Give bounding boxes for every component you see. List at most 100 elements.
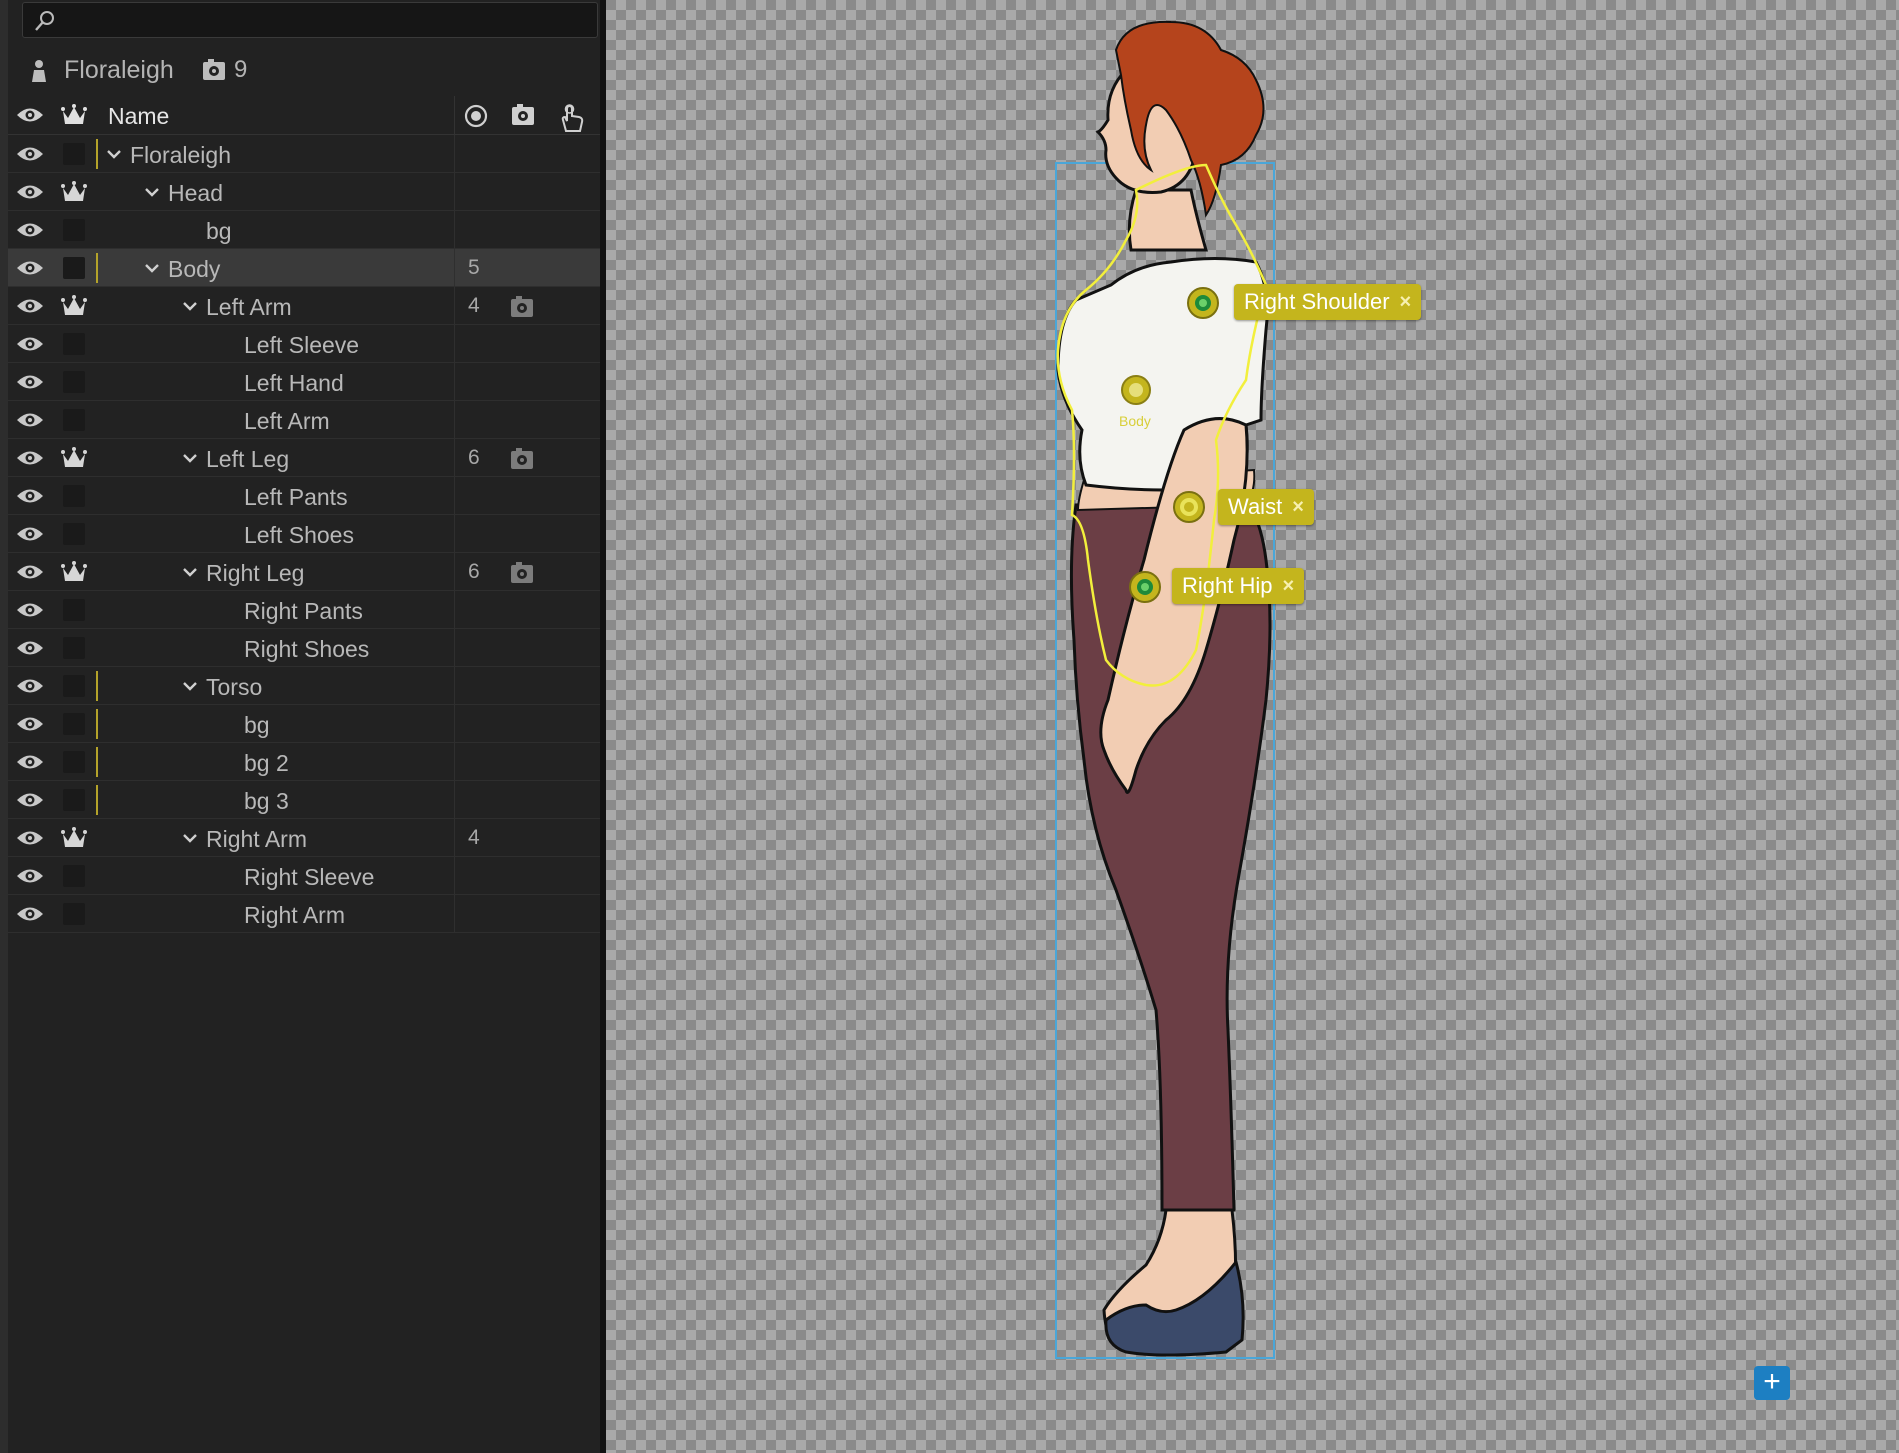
chevron-down-icon[interactable] [144, 261, 160, 279]
layer-name-cell[interactable]: Left Arm [100, 401, 455, 438]
independence-toggle[interactable] [56, 325, 92, 362]
eye-icon[interactable] [12, 591, 48, 628]
camera-gear-icon[interactable] [510, 447, 536, 476]
eye-icon[interactable] [12, 135, 48, 172]
independence-toggle[interactable] [56, 515, 92, 552]
origin-target-icon[interactable] [463, 103, 489, 134]
name-column-header[interactable]: Name [100, 96, 455, 134]
eye-icon[interactable] [12, 287, 48, 324]
independence-toggle[interactable] [56, 667, 92, 704]
eye-icon[interactable] [12, 857, 48, 894]
eye-icon[interactable] [12, 553, 48, 590]
layer-row[interactable]: Right Arm [8, 895, 600, 933]
independence-toggle[interactable] [56, 363, 92, 400]
independence-toggle[interactable] [56, 895, 92, 932]
close-icon[interactable]: × [1282, 575, 1294, 598]
layer-row[interactable]: Left Sleeve [8, 325, 600, 363]
eye-icon[interactable] [12, 667, 48, 704]
layer-row[interactable]: Right Leg 6 [8, 553, 600, 591]
eye-icon[interactable] [12, 515, 48, 552]
crown-icon[interactable] [56, 553, 92, 590]
eye-icon[interactable] [12, 743, 48, 780]
eye-icon[interactable] [12, 895, 48, 932]
layer-row[interactable]: Left Arm 4 [8, 287, 600, 325]
layer-row[interactable]: bg 2 [8, 743, 600, 781]
layer-row[interactable]: Floraleigh [8, 135, 600, 173]
independence-toggle[interactable] [56, 135, 92, 172]
close-icon[interactable]: × [1292, 496, 1304, 519]
search-input[interactable] [63, 7, 587, 35]
crown-icon[interactable] [56, 96, 92, 134]
close-icon[interactable]: × [1400, 291, 1412, 314]
handle-label-right-shoulder[interactable]: Right Shoulder × [1234, 284, 1422, 320]
independence-toggle[interactable] [56, 401, 92, 438]
puppet-name[interactable]: Floraleigh [64, 56, 174, 85]
eye-icon[interactable] [12, 96, 48, 134]
crown-icon[interactable] [56, 173, 92, 210]
puppet-canvas[interactable]: Body Right Shoulder × Waist × Right Hip … [606, 0, 1899, 1453]
crown-icon[interactable] [56, 439, 92, 476]
eye-icon[interactable] [12, 629, 48, 666]
eye-icon[interactable] [12, 249, 48, 286]
camera-gear-icon[interactable] [511, 103, 537, 132]
layer-name-cell[interactable]: bg [100, 705, 455, 742]
handle-dot-waist[interactable] [1172, 490, 1206, 529]
layer-name-cell[interactable]: Left Arm [100, 287, 455, 324]
layer-row[interactable]: Left Leg 6 [8, 439, 600, 477]
layer-row[interactable]: Left Arm [8, 401, 600, 439]
independence-toggle[interactable] [56, 705, 92, 742]
independence-toggle[interactable] [56, 591, 92, 628]
eye-icon[interactable] [12, 211, 48, 248]
layer-name-cell[interactable]: Right Shoes [100, 629, 455, 666]
handle-dot-right-hip[interactable] [1128, 570, 1162, 609]
layer-name-cell[interactable]: bg 3 [100, 781, 455, 818]
layer-row[interactable]: Head [8, 173, 600, 211]
search-field[interactable] [22, 2, 598, 38]
independence-toggle[interactable] [56, 781, 92, 818]
chevron-down-icon[interactable] [182, 451, 198, 469]
layer-row[interactable]: Left Pants [8, 477, 600, 515]
layer-name-cell[interactable]: Left Sleeve [100, 325, 455, 362]
independence-toggle[interactable] [56, 857, 92, 894]
eye-icon[interactable] [12, 781, 48, 818]
chevron-down-icon[interactable] [144, 185, 160, 203]
handle-label-right-hip[interactable]: Right Hip × [1172, 568, 1305, 604]
eye-icon[interactable] [12, 173, 48, 210]
camera-gear-icon[interactable] [510, 295, 536, 324]
layer-name-cell[interactable]: Left Hand [100, 363, 455, 400]
independence-toggle[interactable] [56, 743, 92, 780]
eye-icon[interactable] [12, 477, 48, 514]
layer-row[interactable]: Left Hand [8, 363, 600, 401]
layer-name-cell[interactable]: Right Leg [100, 553, 455, 590]
layer-row[interactable]: Torso [8, 667, 600, 705]
eye-icon[interactable] [12, 439, 48, 476]
layer-row[interactable]: Left Shoes [8, 515, 600, 553]
layer-row[interactable]: Right Sleeve [8, 857, 600, 895]
independence-toggle[interactable] [56, 629, 92, 666]
independence-toggle[interactable] [56, 249, 92, 286]
layer-name-cell[interactable]: Floraleigh [100, 135, 455, 172]
layer-row[interactable]: Right Arm 4 [8, 819, 600, 857]
crown-icon[interactable] [56, 287, 92, 324]
chevron-down-icon[interactable] [182, 831, 198, 849]
eye-icon[interactable] [12, 325, 48, 362]
independence-toggle[interactable] [56, 211, 92, 248]
layer-row[interactable]: bg [8, 705, 600, 743]
chevron-down-icon[interactable] [182, 565, 198, 583]
eye-icon[interactable] [12, 401, 48, 438]
eye-icon[interactable] [12, 819, 48, 856]
layer-name-cell[interactable]: Right Arm [100, 895, 455, 932]
layer-row[interactable]: bg [8, 211, 600, 249]
chevron-down-icon[interactable] [182, 679, 198, 697]
layer-row[interactable]: Right Shoes [8, 629, 600, 667]
layer-name-cell[interactable]: bg 2 [100, 743, 455, 780]
hand-grab-icon[interactable] [558, 103, 586, 138]
add-handle-button[interactable]: + [1754, 1366, 1790, 1400]
eye-icon[interactable] [12, 705, 48, 742]
independence-toggle[interactable] [56, 477, 92, 514]
layer-name-cell[interactable]: Right Arm [100, 819, 455, 856]
layer-name-cell[interactable]: Right Sleeve [100, 857, 455, 894]
layer-row[interactable]: Right Pants [8, 591, 600, 629]
layer-row[interactable]: Body 5 [8, 249, 600, 287]
eye-icon[interactable] [12, 363, 48, 400]
